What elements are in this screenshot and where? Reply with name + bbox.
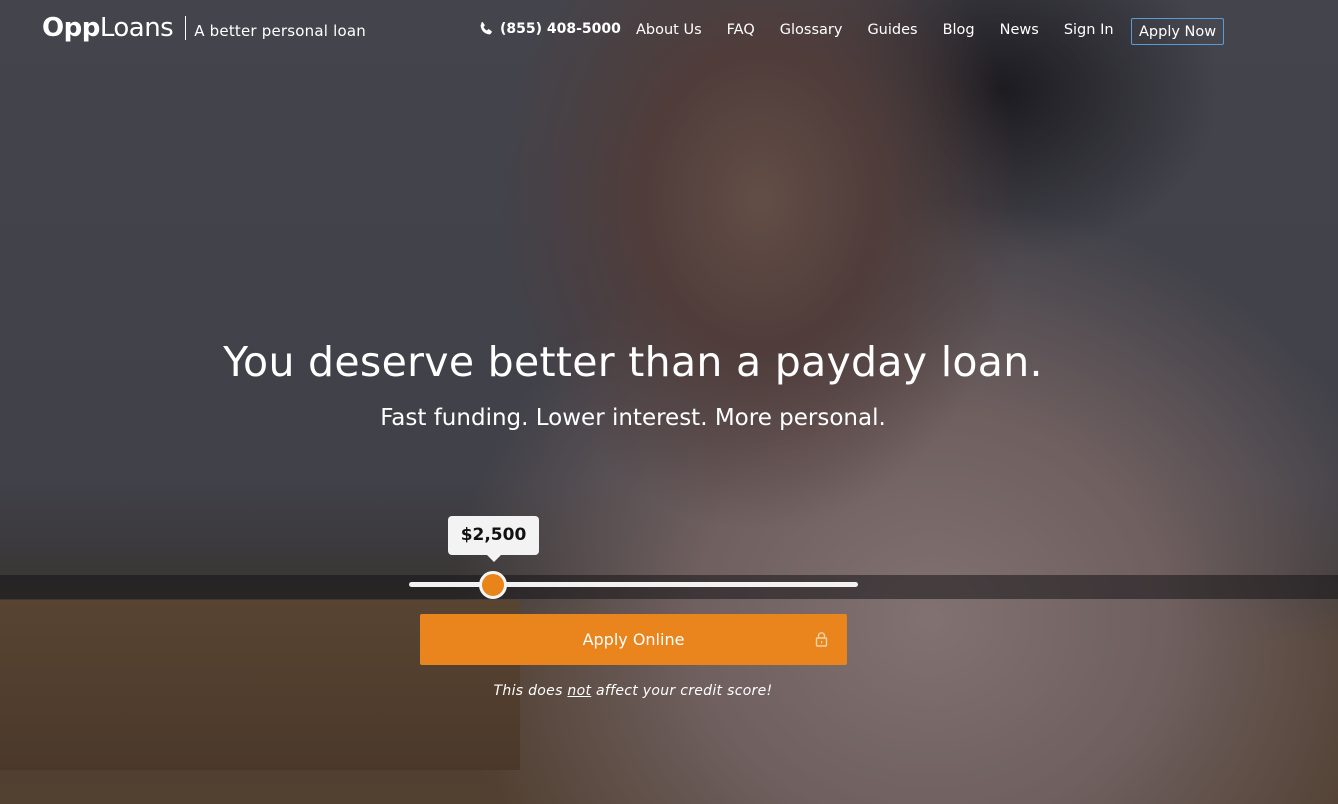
- disclaimer-emphasis: not: [567, 683, 592, 699]
- logo-text-loans: Loans: [99, 13, 174, 43]
- nav-news[interactable]: News: [1000, 22, 1039, 38]
- nav-guides[interactable]: Guides: [867, 22, 917, 38]
- nav-sign-in[interactable]: Sign In: [1064, 22, 1114, 38]
- disclaimer-text-after: affect your credit score!: [591, 683, 773, 699]
- hero-subheadline: Fast funding. Lower interest. More perso…: [380, 405, 886, 431]
- loan-amount-tooltip: $2,500: [448, 516, 539, 562]
- nav-blog[interactable]: Blog: [943, 22, 975, 38]
- apply-online-label: Apply Online: [582, 630, 685, 649]
- logo-text-opp: Opp: [42, 13, 100, 43]
- logo[interactable]: Opp Loans A better personal loan: [42, 12, 366, 43]
- apply-now-button[interactable]: Apply Now: [1131, 18, 1225, 45]
- nav-faq[interactable]: FAQ: [727, 22, 755, 38]
- loan-amount-slider-handle[interactable]: [479, 571, 507, 599]
- site-header: Opp Loans A better personal loan (855) 4…: [0, 0, 1338, 62]
- phone-link[interactable]: (855) 408-5000: [478, 21, 621, 37]
- logo-divider: [185, 16, 187, 40]
- hero-headline: You deserve better than a payday loan.: [223, 338, 1043, 386]
- nav-glossary[interactable]: Glossary: [780, 22, 843, 38]
- apply-online-button[interactable]: Apply Online: [420, 614, 847, 665]
- disclaimer-text-before: This does: [493, 683, 568, 699]
- main-nav: About Us FAQ Glossary Guides Blog News S…: [636, 22, 1139, 38]
- phone-icon: [480, 22, 492, 35]
- credit-score-disclaimer: This does not affect your credit score!: [0, 683, 1266, 699]
- phone-number: (855) 408-5000: [500, 21, 621, 37]
- nav-about-us[interactable]: About Us: [636, 22, 702, 38]
- loan-amount-slider-track[interactable]: [409, 582, 858, 587]
- lock-icon: [815, 632, 828, 647]
- tagline: A better personal loan: [194, 22, 366, 40]
